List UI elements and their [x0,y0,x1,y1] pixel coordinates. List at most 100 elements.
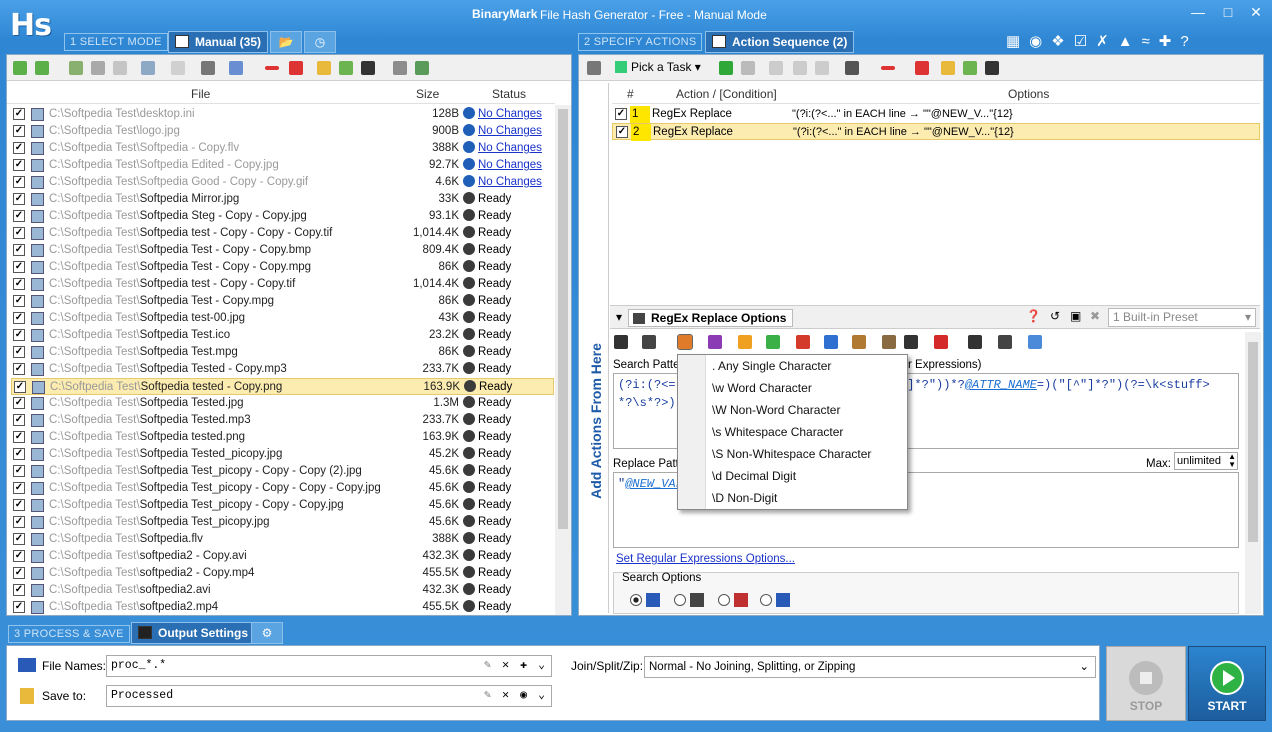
table-row[interactable]: ✓ C:\Softpedia Test\Softpedia - Copy.flv 3… [11,140,554,157]
add-files-icon[interactable] [13,61,27,75]
settings-icon[interactable] [587,61,601,75]
save-preset-icon[interactable]: ▣ [1070,309,1081,323]
token-anchor-icon[interactable] [796,335,810,349]
edit-icon[interactable]: ✎ [484,686,491,706]
table-row[interactable]: ✓ C:\Softpedia Test\Softpedia Test - Copy… [11,242,554,259]
table-row[interactable]: ✓ C:\Softpedia Test\logo.jpg 900B No Change… [11,123,554,140]
preview-icon[interactable] [393,61,407,75]
remove-selected-icon[interactable] [265,66,279,70]
clear-list-icon[interactable] [289,61,303,75]
table-row[interactable]: ✓ C:\Softpedia Test\Softpedia Test.mpg 86K… [11,344,554,361]
move-down-icon[interactable] [741,61,755,75]
row-checkbox[interactable]: ✓ [13,329,25,341]
token-settings-icon[interactable] [998,335,1012,349]
delete-preset-icon[interactable]: ✖ [1090,309,1100,323]
search-option-radio-3[interactable] [718,594,730,606]
join-split-zip-select[interactable]: Normal - No Joining, Splitting, or Zippi… [644,656,1096,678]
column-status[interactable]: Status [492,84,526,104]
row-checkbox[interactable]: ✓ [13,431,25,443]
close-icon[interactable]: ✕ [1240,0,1272,24]
row-checkbox[interactable]: ✓ [13,227,25,239]
row-checkbox[interactable]: ✓ [13,176,25,188]
search-option-radio-1[interactable] [630,594,642,606]
table-row[interactable]: ✓ C:\Softpedia Test\softpedia2 - Copy.avi… [11,548,554,565]
reset-icon[interactable]: ↺ [1050,309,1060,323]
save-icon[interactable] [361,61,375,75]
file-list-scroll-thumb[interactable] [558,109,568,529]
token-list-icon[interactable] [642,335,656,349]
collapse-icon[interactable]: ▾ [616,310,622,324]
token-any-char-icon[interactable] [677,334,693,350]
token-pen-icon[interactable] [968,335,982,349]
open-sequence-icon[interactable] [941,61,955,75]
top-right-toolbar[interactable]: ▦◉❖☑✗▲≈✚? [1006,32,1266,52]
menu-item[interactable]: \d Decimal Digit [712,465,796,487]
menu-item[interactable]: \D Non-Digit [712,487,777,509]
remove-icon[interactable] [91,61,105,75]
menu-item[interactable]: . Any Single Character [712,355,831,377]
move-end-icon[interactable] [815,61,829,75]
table-row[interactable]: ✓ C:\Softpedia Test\Softpedia test-00.jpg… [11,310,554,327]
chevron-down-icon[interactable]: ⌄ [538,656,545,676]
tab-advanced-settings[interactable]: ⚙ [251,622,283,644]
row-checkbox[interactable]: ✓ [13,448,25,460]
minimize-icon[interactable]: — [1182,0,1214,24]
file-status[interactable]: No Changes [463,174,542,191]
clear-actions-icon[interactable] [915,61,929,75]
table-row[interactable]: ✓ C:\Softpedia Test\Softpedia Test_picopy… [11,480,554,497]
clear-icon[interactable]: ✕ [502,686,509,706]
table-row[interactable]: ✓ C:\Softpedia Test\Softpedia Test_picopy… [11,497,554,514]
table-row[interactable]: ✓ C:\Softpedia Test\Softpedia Tested - Co… [11,361,554,378]
row-checkbox[interactable]: ✓ [13,193,25,205]
table-row[interactable]: ✓ C:\Softpedia Test\Softpedia Edited - Co… [11,157,554,174]
move-right-icon[interactable] [793,61,807,75]
refresh-icon[interactable] [415,61,429,75]
file-names-input[interactable]: proc_*.* ✎ ✕ ✚ ⌄ [106,655,552,677]
menu-item[interactable]: \W Non-Word Character [712,399,840,421]
menu-item[interactable]: \w Word Character [712,377,812,399]
edit-icon[interactable]: ✎ [484,656,491,676]
action-checkbox[interactable]: ✓ [615,108,627,120]
table-row[interactable]: ✓ C:\Softpedia Test\Softpedia Steg - Copy… [11,208,554,225]
filter-icon[interactable] [201,61,215,75]
token-class-icon[interactable] [708,335,722,349]
row-checkbox[interactable]: ✓ [13,210,25,222]
search-option-radio-4[interactable] [760,594,772,606]
pick-task-button[interactable]: Pick a Task ▾ [615,60,701,74]
table-row[interactable]: ✓ C:\Softpedia Test\Softpedia Test.ico 23.… [11,327,554,344]
chevron-down-icon[interactable]: ⌄ [538,686,545,706]
token-tool-icon[interactable] [904,335,918,349]
tab-action-sequence[interactable]: Action Sequence (2) [705,31,855,53]
regex-scroll-thumb[interactable] [1248,342,1258,542]
table-row[interactable]: ✓ C:\Softpedia Test\softpedia2.avi 432.3K R… [11,582,554,599]
stop-button[interactable]: STOP [1106,646,1186,721]
table-row[interactable]: ✓ C:\Softpedia Test\Softpedia.flv 388K Read… [11,531,554,548]
token-grid-icon[interactable] [882,335,896,349]
move-up-icon[interactable] [719,61,733,75]
table-row[interactable]: ✓ C:\Softpedia Test\Softpedia Test - Copy… [11,259,554,276]
column-file[interactable]: File [191,84,210,104]
sort-icon[interactable] [229,61,243,75]
row-checkbox[interactable]: ✓ [13,465,25,477]
token-help-icon[interactable] [1028,335,1042,349]
table-row[interactable]: ✓ C:\Softpedia Test\Softpedia Good - Copy… [11,174,554,191]
row-checkbox[interactable]: ✓ [13,397,25,409]
row-checkbox[interactable]: ✓ [13,278,25,290]
table-row[interactable]: ✓ C:\Softpedia Test\Softpedia Test - Copy… [11,293,554,310]
menu-item[interactable]: \S Non-Whitespace Character [712,443,871,465]
add-folder-icon[interactable] [35,61,49,75]
row-checkbox[interactable]: ✓ [13,295,25,307]
browse-icon[interactable]: ◉ [520,686,527,706]
folder-mode-tab[interactable]: 📂 [270,31,302,53]
save-to-input[interactable]: Processed ✎ ✕ ◉ ⌄ [106,685,552,707]
copy-icon[interactable] [113,61,127,75]
row-checkbox[interactable]: ✓ [13,567,25,579]
regex-panel-scrollbar[interactable] [1245,332,1261,614]
row-checkbox[interactable]: ✓ [13,550,25,562]
row-checkbox[interactable]: ✓ [13,142,25,154]
add-variable-icon[interactable]: ✚ [520,656,527,676]
file-status[interactable]: No Changes [463,140,542,157]
remove-action-icon[interactable] [881,66,895,70]
table-row[interactable]: ✓ C:\Softpedia Test\Softpedia tested - Co… [11,378,554,395]
row-checkbox[interactable]: ✓ [13,244,25,256]
